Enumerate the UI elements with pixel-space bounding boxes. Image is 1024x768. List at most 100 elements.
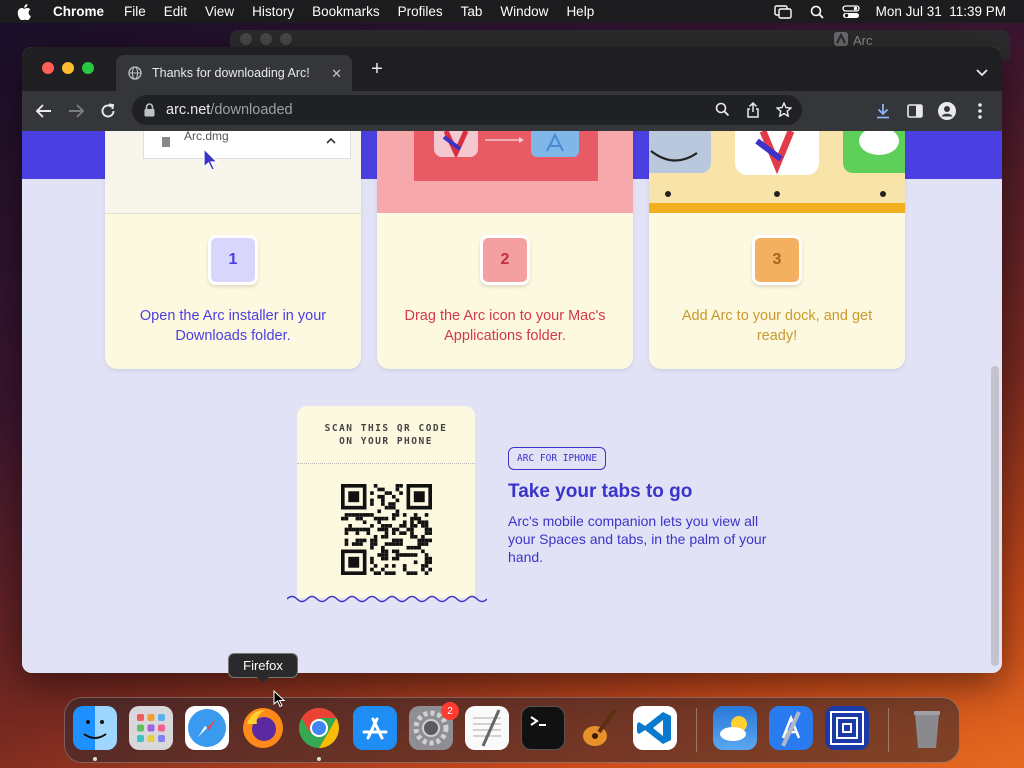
app-store-icon[interactable] bbox=[353, 706, 397, 750]
system-settings-icon[interactable]: 2 bbox=[409, 702, 459, 750]
dock-separator bbox=[696, 708, 697, 752]
step-number-badge: 3 bbox=[752, 235, 802, 285]
menu-view[interactable]: View bbox=[205, 4, 234, 19]
close-tab-icon[interactable]: ✕ bbox=[331, 66, 342, 82]
new-tab-button[interactable]: + bbox=[367, 59, 387, 79]
download-file-name[interactable]: Arc.dmg bbox=[184, 131, 229, 143]
menubar-clock[interactable]: Mon Jul 31 11:39 PM bbox=[876, 4, 1006, 19]
qr-code-card: SCAN THIS QR CODE ON YOUR PHONE bbox=[297, 406, 475, 598]
active-tab[interactable]: Thanks for downloading Arc! ✕ bbox=[116, 55, 352, 91]
menu-profiles[interactable]: Profiles bbox=[398, 4, 443, 19]
step-1-text: Open the Arc installer in your Downloads… bbox=[139, 308, 327, 344]
running-indicator bbox=[93, 757, 97, 761]
arc-icon bbox=[434, 131, 478, 160]
side-panel-icon[interactable] bbox=[905, 101, 925, 121]
close-window-button[interactable] bbox=[42, 62, 54, 74]
step-number-badge: 2 bbox=[480, 235, 530, 285]
arrow-icon bbox=[485, 137, 524, 143]
menu-bar: Chrome File Edit View History Bookmarks … bbox=[0, 0, 1024, 23]
terminal-icon[interactable] bbox=[521, 706, 565, 750]
safari-icon[interactable] bbox=[185, 706, 229, 750]
menu-edit[interactable]: Edit bbox=[164, 4, 187, 19]
step-3-illustration bbox=[649, 131, 905, 213]
textedit-icon[interactable] bbox=[465, 706, 509, 750]
tab-search-chevron-icon[interactable] bbox=[976, 64, 988, 82]
running-indicator bbox=[317, 757, 321, 761]
messages-dock-icon bbox=[843, 131, 905, 173]
forward-button[interactable] bbox=[66, 101, 86, 121]
screen-app-icon[interactable] bbox=[825, 706, 869, 750]
more-menu-icon[interactable] bbox=[970, 101, 990, 121]
share-icon[interactable] bbox=[746, 101, 760, 122]
step-2-text: Drag the Arc icon to your Mac's Applicat… bbox=[404, 308, 606, 344]
chrome-icon[interactable] bbox=[297, 706, 341, 750]
card-1-divider bbox=[105, 213, 361, 214]
illustration-cursor-icon bbox=[203, 148, 219, 171]
url-host: arc.net bbox=[166, 102, 211, 118]
menu-app-name[interactable]: Chrome bbox=[53, 4, 104, 19]
dock: 2 bbox=[64, 697, 960, 763]
step-3-text: Add Arc to your dock, and get ready! bbox=[681, 308, 873, 344]
xcode-icon[interactable] bbox=[769, 706, 813, 750]
menu-history[interactable]: History bbox=[252, 4, 294, 19]
address-bar[interactable]: arc.net/downloaded bbox=[132, 95, 802, 125]
reload-button[interactable] bbox=[98, 101, 118, 121]
dock-indicator-dot bbox=[774, 191, 780, 197]
tab-strip: Thanks for downloading Arc! ✕ + bbox=[22, 47, 1002, 91]
step-2-illustration bbox=[377, 131, 633, 213]
screen-mirroring-icon[interactable] bbox=[773, 4, 792, 19]
garageband-icon[interactable] bbox=[577, 706, 621, 750]
notification-badge: 2 bbox=[441, 702, 459, 720]
url-path: /downloaded bbox=[210, 102, 293, 118]
qr-code[interactable] bbox=[341, 484, 432, 575]
download-bar[interactable]: Arc.dmg bbox=[143, 131, 351, 159]
qr-divider bbox=[297, 463, 475, 464]
dock-shelf bbox=[649, 203, 905, 213]
menu-tab[interactable]: Tab bbox=[461, 4, 483, 19]
qr-wave-edge bbox=[287, 595, 487, 603]
dock-indicator-dot bbox=[880, 191, 886, 197]
search-icon[interactable] bbox=[715, 102, 730, 122]
vscode-icon[interactable] bbox=[633, 706, 677, 750]
menu-file[interactable]: File bbox=[124, 4, 146, 19]
step-number-badge: 1 bbox=[208, 235, 258, 285]
arc-for-iphone-badge: ARC FOR IPHONE bbox=[508, 447, 607, 470]
apple-icon[interactable] bbox=[17, 3, 37, 20]
spotlight-search-icon[interactable] bbox=[808, 5, 826, 19]
mobile-description: Arc's mobile companion lets you view all… bbox=[508, 513, 767, 565]
finder-dock-icon bbox=[649, 131, 711, 173]
step-card-3: 3 Add Arc to your dock, and get ready! bbox=[649, 131, 905, 369]
minimize-window-button[interactable] bbox=[62, 62, 74, 74]
zoom-window-button[interactable] bbox=[82, 62, 94, 74]
dock-tooltip: Firefox bbox=[228, 653, 298, 683]
weather-icon[interactable] bbox=[713, 706, 757, 750]
applications-folder-icon bbox=[531, 131, 579, 157]
control-center-icon[interactable] bbox=[842, 4, 860, 19]
firefox-icon[interactable] bbox=[241, 706, 285, 750]
menu-window[interactable]: Window bbox=[500, 4, 548, 19]
trash-icon[interactable] bbox=[905, 706, 949, 750]
step-card-2: 2 Drag the Arc icon to your Mac's Applic… bbox=[377, 131, 633, 369]
arc-dock-icon bbox=[735, 131, 819, 175]
step-card-1: Arc.dmg 1 Open the Arc installer in your… bbox=[105, 131, 361, 369]
menu-help[interactable]: Help bbox=[566, 4, 594, 19]
background-window-controls bbox=[240, 33, 292, 45]
menu-bookmarks[interactable]: Bookmarks bbox=[312, 4, 380, 19]
mobile-heading: Take your tabs to go bbox=[508, 481, 693, 502]
finder-icon[interactable] bbox=[73, 706, 117, 750]
chrome-window: Thanks for downloading Arc! ✕ + arc.net /… bbox=[22, 47, 1002, 673]
qr-title: SCAN THIS QR CODE ON YOUR PHONE bbox=[324, 423, 448, 447]
launchpad-icon[interactable] bbox=[129, 706, 173, 750]
page-scrollbar[interactable] bbox=[991, 366, 999, 666]
back-button[interactable] bbox=[34, 101, 54, 121]
dock-separator bbox=[888, 708, 889, 752]
lock-icon[interactable] bbox=[144, 103, 156, 117]
downloads-icon[interactable] bbox=[873, 101, 893, 121]
browser-toolbar: arc.net/downloaded bbox=[22, 91, 1002, 131]
file-icon bbox=[162, 134, 170, 152]
bookmark-star-icon[interactable] bbox=[775, 101, 793, 122]
mouse-cursor-icon bbox=[273, 690, 285, 708]
globe-icon bbox=[128, 66, 142, 80]
chevron-up-icon[interactable] bbox=[326, 131, 336, 149]
profile-avatar-icon[interactable] bbox=[937, 101, 957, 121]
